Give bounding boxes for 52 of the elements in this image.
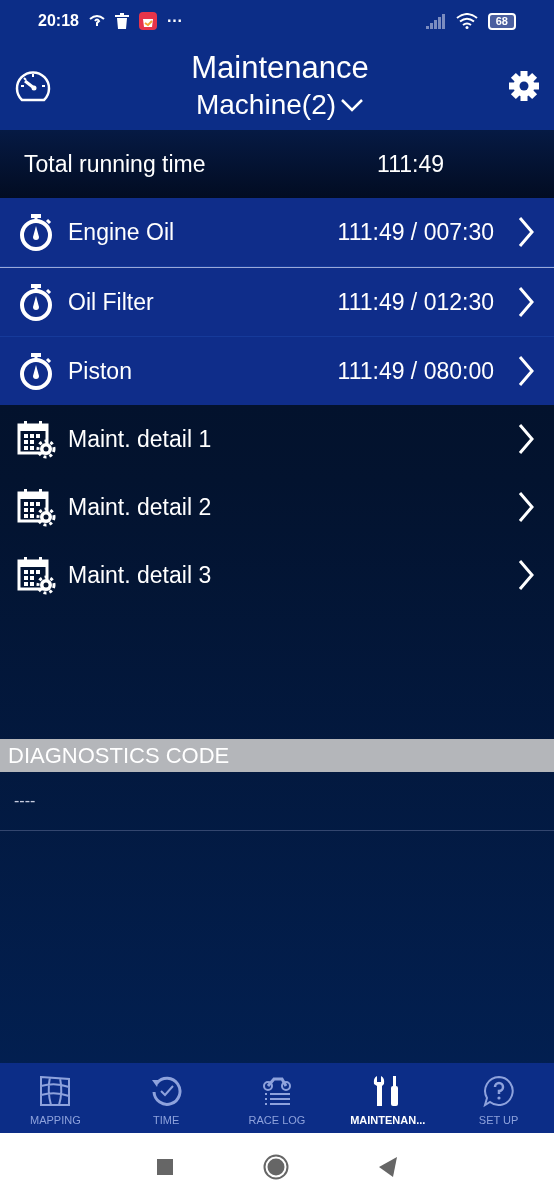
map-grid-icon (38, 1074, 73, 1108)
wifi-icon (455, 13, 478, 29)
trash-icon (114, 13, 129, 29)
item-name: Maint. detail 3 (68, 561, 213, 589)
signal-question-icon (88, 14, 105, 28)
back-icon[interactable] (379, 1156, 397, 1177)
timer-row[interactable]: Piston 111:49 / 080:00 (0, 337, 554, 405)
chevron-right-icon (516, 215, 536, 249)
chevron-right-icon (516, 490, 536, 524)
settings-icon[interactable] (508, 70, 540, 102)
chevron-right-icon (516, 354, 536, 388)
item-name: Engine Oil (68, 218, 176, 246)
speedometer-icon[interactable] (14, 69, 52, 103)
item-name: Oil Filter (68, 288, 155, 316)
status-time: 20:18 (38, 12, 79, 30)
nav-tab[interactable]: TIME (110, 1063, 222, 1133)
total-value: 111:49 (377, 150, 444, 178)
nav-tab[interactable]: MAPPING (0, 1063, 111, 1133)
more-notifications: ··· (166, 12, 183, 30)
diagnostics-code: ---- (0, 772, 554, 831)
hours-reading: 111:49 / 007:30 (337, 218, 494, 246)
detail-row[interactable]: Maint. detail 1 (0, 405, 554, 473)
timer-row[interactable]: Oil Filter 111:49 / 012:30 (0, 268, 554, 336)
battery-indicator: 68 (487, 12, 516, 30)
total-label: Total running time (24, 150, 206, 178)
calendar-gear-icon (16, 419, 56, 459)
recents-icon[interactable] (157, 1158, 173, 1175)
shopping-bag-icon (138, 12, 157, 30)
nav-tab[interactable]: SET UP (443, 1063, 554, 1133)
section-header: DIAGNOSTICS CODE (0, 739, 554, 772)
detail-row[interactable]: Maint. detail 2 (0, 473, 554, 541)
machine-selector[interactable]: Machine(2) (195, 87, 365, 123)
screen-title: Maintenance (191, 49, 369, 87)
hours-reading: 111:49 / 012:30 (337, 288, 494, 316)
item-name: Piston (68, 357, 133, 385)
chevron-right-icon (516, 558, 536, 592)
chevron-right-icon (516, 285, 536, 319)
home-icon[interactable] (263, 1153, 289, 1180)
item-name: Maint. detail 1 (68, 425, 213, 453)
clock-refresh-icon (149, 1074, 184, 1108)
nav-tab[interactable]: RACE LOG (221, 1063, 333, 1133)
calendar-gear-icon (16, 487, 56, 527)
help-bubble-icon (481, 1074, 516, 1108)
timer-row[interactable]: Engine Oil 111:49 / 007:30 (0, 198, 554, 266)
detail-row[interactable]: Maint. detail 3 (0, 541, 554, 609)
hours-reading: 111:49 / 080:00 (337, 357, 494, 385)
chevron-right-icon (516, 422, 536, 456)
signal-bars-icon (425, 13, 446, 29)
caret-icon (340, 98, 365, 112)
item-name: Maint. detail 2 (68, 493, 213, 521)
calendar-gear-icon (16, 555, 56, 595)
nav-tab[interactable]: MAINTENAN... (332, 1063, 444, 1133)
